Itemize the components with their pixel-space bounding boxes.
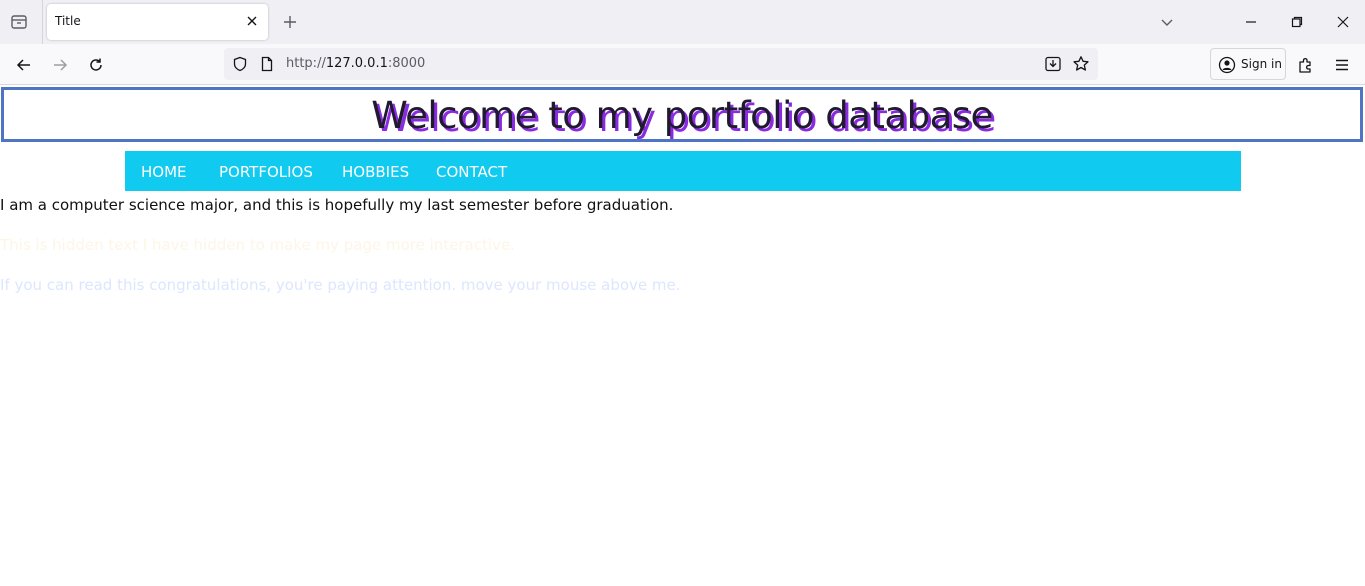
active-tab[interactable]: Title (47, 4, 268, 40)
page-title: Welcome to my portfolio database (371, 94, 993, 137)
reload-icon[interactable] (84, 53, 108, 77)
page-info-icon[interactable] (258, 55, 276, 73)
nav-link-hobbies[interactable]: HOBBIES (342, 163, 409, 181)
page-header: Welcome to my portfolio database (1, 87, 1363, 142)
save-to-pocket-icon[interactable] (1044, 55, 1062, 73)
tab-list-chevron-icon[interactable] (1157, 12, 1177, 32)
back-arrow-icon[interactable] (12, 53, 36, 77)
close-tab-icon[interactable] (244, 13, 260, 29)
url-text[interactable]: http://127.0.0.1:8000 (286, 56, 425, 71)
minimize-icon[interactable] (1241, 12, 1261, 32)
account-icon (1218, 56, 1236, 74)
browser-toolbar: http://127.0.0.1:8000 Sign in (0, 44, 1365, 85)
intro-paragraph: I am a computer science major, and this … (0, 196, 674, 214)
close-window-icon[interactable] (1333, 12, 1353, 32)
site-navigation: HOME PORTFOLIOS HOBBIES CONTACT (125, 151, 1241, 191)
tab-overview-icon[interactable] (8, 11, 30, 33)
bookmark-star-icon[interactable] (1072, 55, 1090, 73)
hover-hint-paragraph[interactable]: If you can read this congratulations, yo… (0, 276, 681, 294)
forward-arrow-icon[interactable] (48, 53, 72, 77)
sign-in-label: Sign in (1241, 57, 1282, 71)
url-scheme: http:// (286, 56, 326, 71)
url-port: :8000 (387, 56, 426, 71)
url-host: 127.0.0.1 (325, 56, 388, 71)
address-bar[interactable]: http://127.0.0.1:8000 (224, 48, 1098, 80)
new-tab-icon[interactable] (280, 12, 300, 32)
web-page: Welcome to my portfolio database HOME PO… (0, 85, 1365, 586)
nav-link-home[interactable]: HOME (141, 163, 187, 181)
sign-in-button[interactable]: Sign in (1210, 48, 1286, 80)
tab-title: Title (55, 14, 81, 28)
tab-divider (42, 0, 43, 44)
nav-link-contact[interactable]: CONTACT (436, 163, 507, 181)
restore-icon[interactable] (1287, 12, 1307, 32)
nav-link-portfolios[interactable]: PORTFOLIOS (219, 163, 313, 181)
extensions-icon[interactable] (1294, 53, 1318, 77)
shield-icon[interactable] (231, 55, 249, 73)
tab-bar: Title (0, 0, 1365, 44)
hidden-text-paragraph[interactable]: This is hidden text I have hidden to mak… (0, 236, 515, 254)
menu-icon[interactable] (1330, 53, 1354, 77)
